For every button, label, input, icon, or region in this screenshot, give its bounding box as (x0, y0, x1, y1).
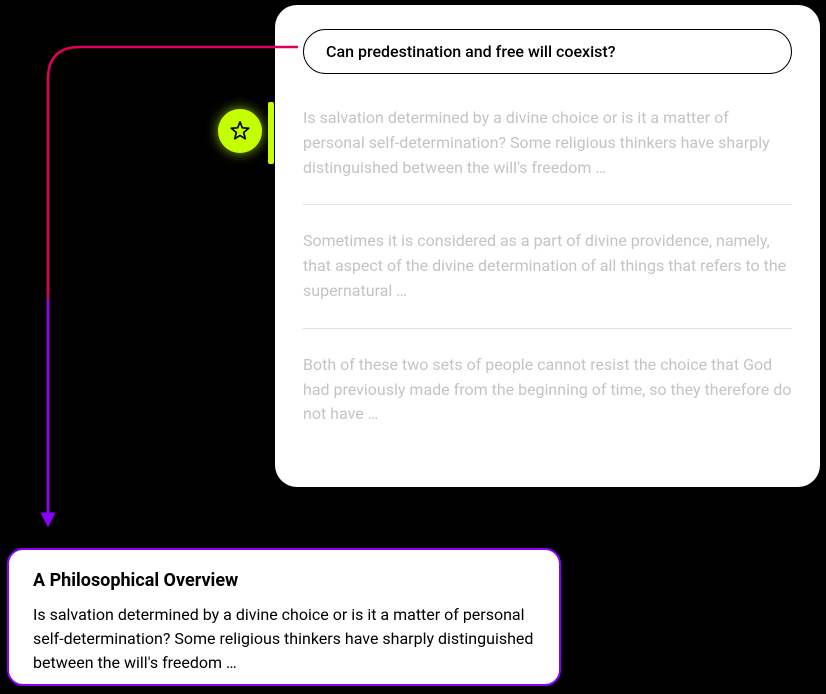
result-snippet: Both of these two sets of people cannot … (303, 355, 791, 424)
detail-body: Is salvation determined by a divine choi… (33, 603, 535, 675)
query-text: Can predestination and free will coexist… (326, 42, 616, 61)
result-item[interactable]: Both of these two sets of people cannot … (303, 353, 792, 427)
result-snippet: Sometimes it is considered as a part of … (303, 231, 786, 300)
result-item[interactable]: Is salvation determined by a divine choi… (303, 106, 792, 205)
query-pill[interactable]: Can predestination and free will coexist… (303, 29, 792, 74)
result-item[interactable]: Sometimes it is considered as a part of … (303, 229, 792, 328)
star-badge (218, 109, 262, 153)
results-card: Can predestination and free will coexist… (275, 5, 820, 487)
star-icon (229, 120, 251, 142)
result-snippet: Is salvation determined by a divine choi… (303, 108, 770, 177)
highlight-bar (268, 102, 274, 164)
detail-title: A Philosophical Overview (33, 570, 535, 591)
detail-card[interactable]: A Philosophical Overview Is salvation de… (7, 548, 561, 686)
